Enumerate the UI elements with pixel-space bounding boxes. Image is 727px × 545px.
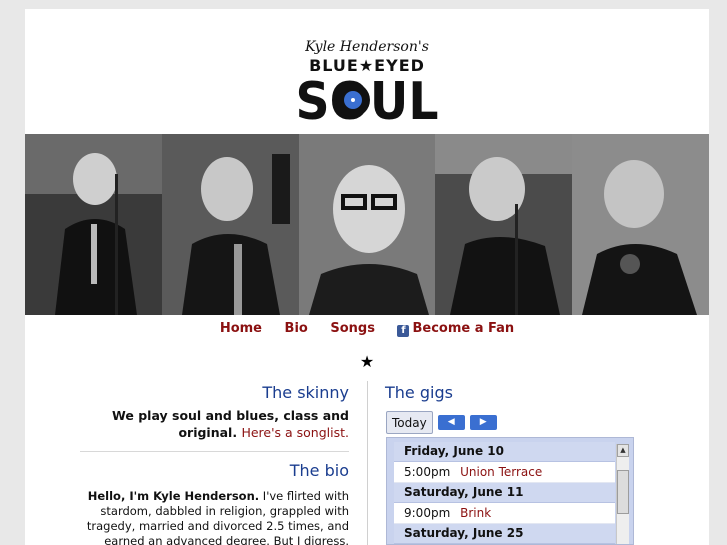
column-separator bbox=[367, 381, 368, 545]
nav-become-a-fan[interactable]: f Become a Fan bbox=[397, 321, 515, 337]
main-nav: Home Bio Songs f Become a Fan bbox=[25, 321, 709, 337]
page: Kyle Henderson's BLUE★EYED SOUL bbox=[25, 9, 709, 545]
event-title[interactable]: Union Terrace bbox=[460, 465, 542, 479]
day-header: Friday, June 10 bbox=[394, 442, 615, 462]
skinny-paragraph: We play soul and blues, class and origin… bbox=[80, 407, 349, 441]
event-time: 5:00pm bbox=[404, 465, 451, 479]
event-title[interactable]: Brink bbox=[460, 506, 491, 520]
event-time: 9:00pm bbox=[404, 506, 451, 520]
logo-name-text: Kyle Henderson's bbox=[305, 39, 429, 55]
nav-home[interactable]: Home bbox=[220, 321, 262, 336]
photo-singer-4 bbox=[435, 134, 573, 315]
gig-calendar[interactable]: Friday, June 10 5:00pm Union Terrace Sat… bbox=[386, 437, 634, 545]
calendar-toolbar: Today ◀ ▶ bbox=[386, 410, 497, 434]
agenda-scrollbar[interactable]: ▲ bbox=[616, 444, 629, 544]
event-row[interactable]: 9:00pm Brink bbox=[394, 503, 615, 524]
day-header: Saturday, June 25 bbox=[394, 524, 615, 544]
facebook-icon: f bbox=[397, 325, 410, 337]
site-logo[interactable]: Kyle Henderson's BLUE★EYED SOUL bbox=[25, 9, 709, 134]
arrow-right-icon: ▶ bbox=[479, 417, 487, 427]
bio-paragraph: Hello, I'm Kyle Henderson. I've flirted … bbox=[80, 489, 349, 545]
agenda-list: Friday, June 10 5:00pm Union Terrace Sat… bbox=[394, 442, 615, 544]
logo-soul-wordmark: SOUL bbox=[296, 73, 439, 123]
nav-bio[interactable]: Bio bbox=[285, 321, 308, 336]
band-photo-strip bbox=[25, 134, 709, 315]
bio-heading: The bio bbox=[289, 461, 349, 480]
arrow-left-icon: ◀ bbox=[447, 417, 455, 427]
today-button[interactable]: Today bbox=[386, 410, 433, 434]
photo-singer-5 bbox=[572, 134, 709, 315]
photo-singer-3 bbox=[298, 134, 436, 315]
songlist-link[interactable]: Here's a songlist. bbox=[241, 425, 349, 440]
day-header: Saturday, June 11 bbox=[394, 483, 615, 503]
prev-button[interactable]: ◀ bbox=[437, 414, 465, 430]
next-button[interactable]: ▶ bbox=[469, 414, 497, 430]
scroll-up-icon[interactable]: ▲ bbox=[617, 444, 629, 457]
skinny-heading: The skinny bbox=[262, 383, 349, 402]
star-divider: ★ bbox=[359, 352, 375, 371]
nav-songs[interactable]: Songs bbox=[330, 321, 375, 336]
photo-singer-1 bbox=[25, 134, 162, 315]
gigs-heading: The gigs bbox=[385, 383, 453, 402]
nav-fan-label: Become a Fan bbox=[412, 321, 515, 336]
section-divider bbox=[80, 451, 349, 452]
photo-singer-2 bbox=[161, 134, 299, 315]
event-row[interactable]: 5:00pm Union Terrace bbox=[394, 462, 615, 483]
bio-lead: Hello, I'm Kyle Henderson. bbox=[87, 489, 260, 503]
scroll-thumb[interactable] bbox=[617, 470, 629, 514]
